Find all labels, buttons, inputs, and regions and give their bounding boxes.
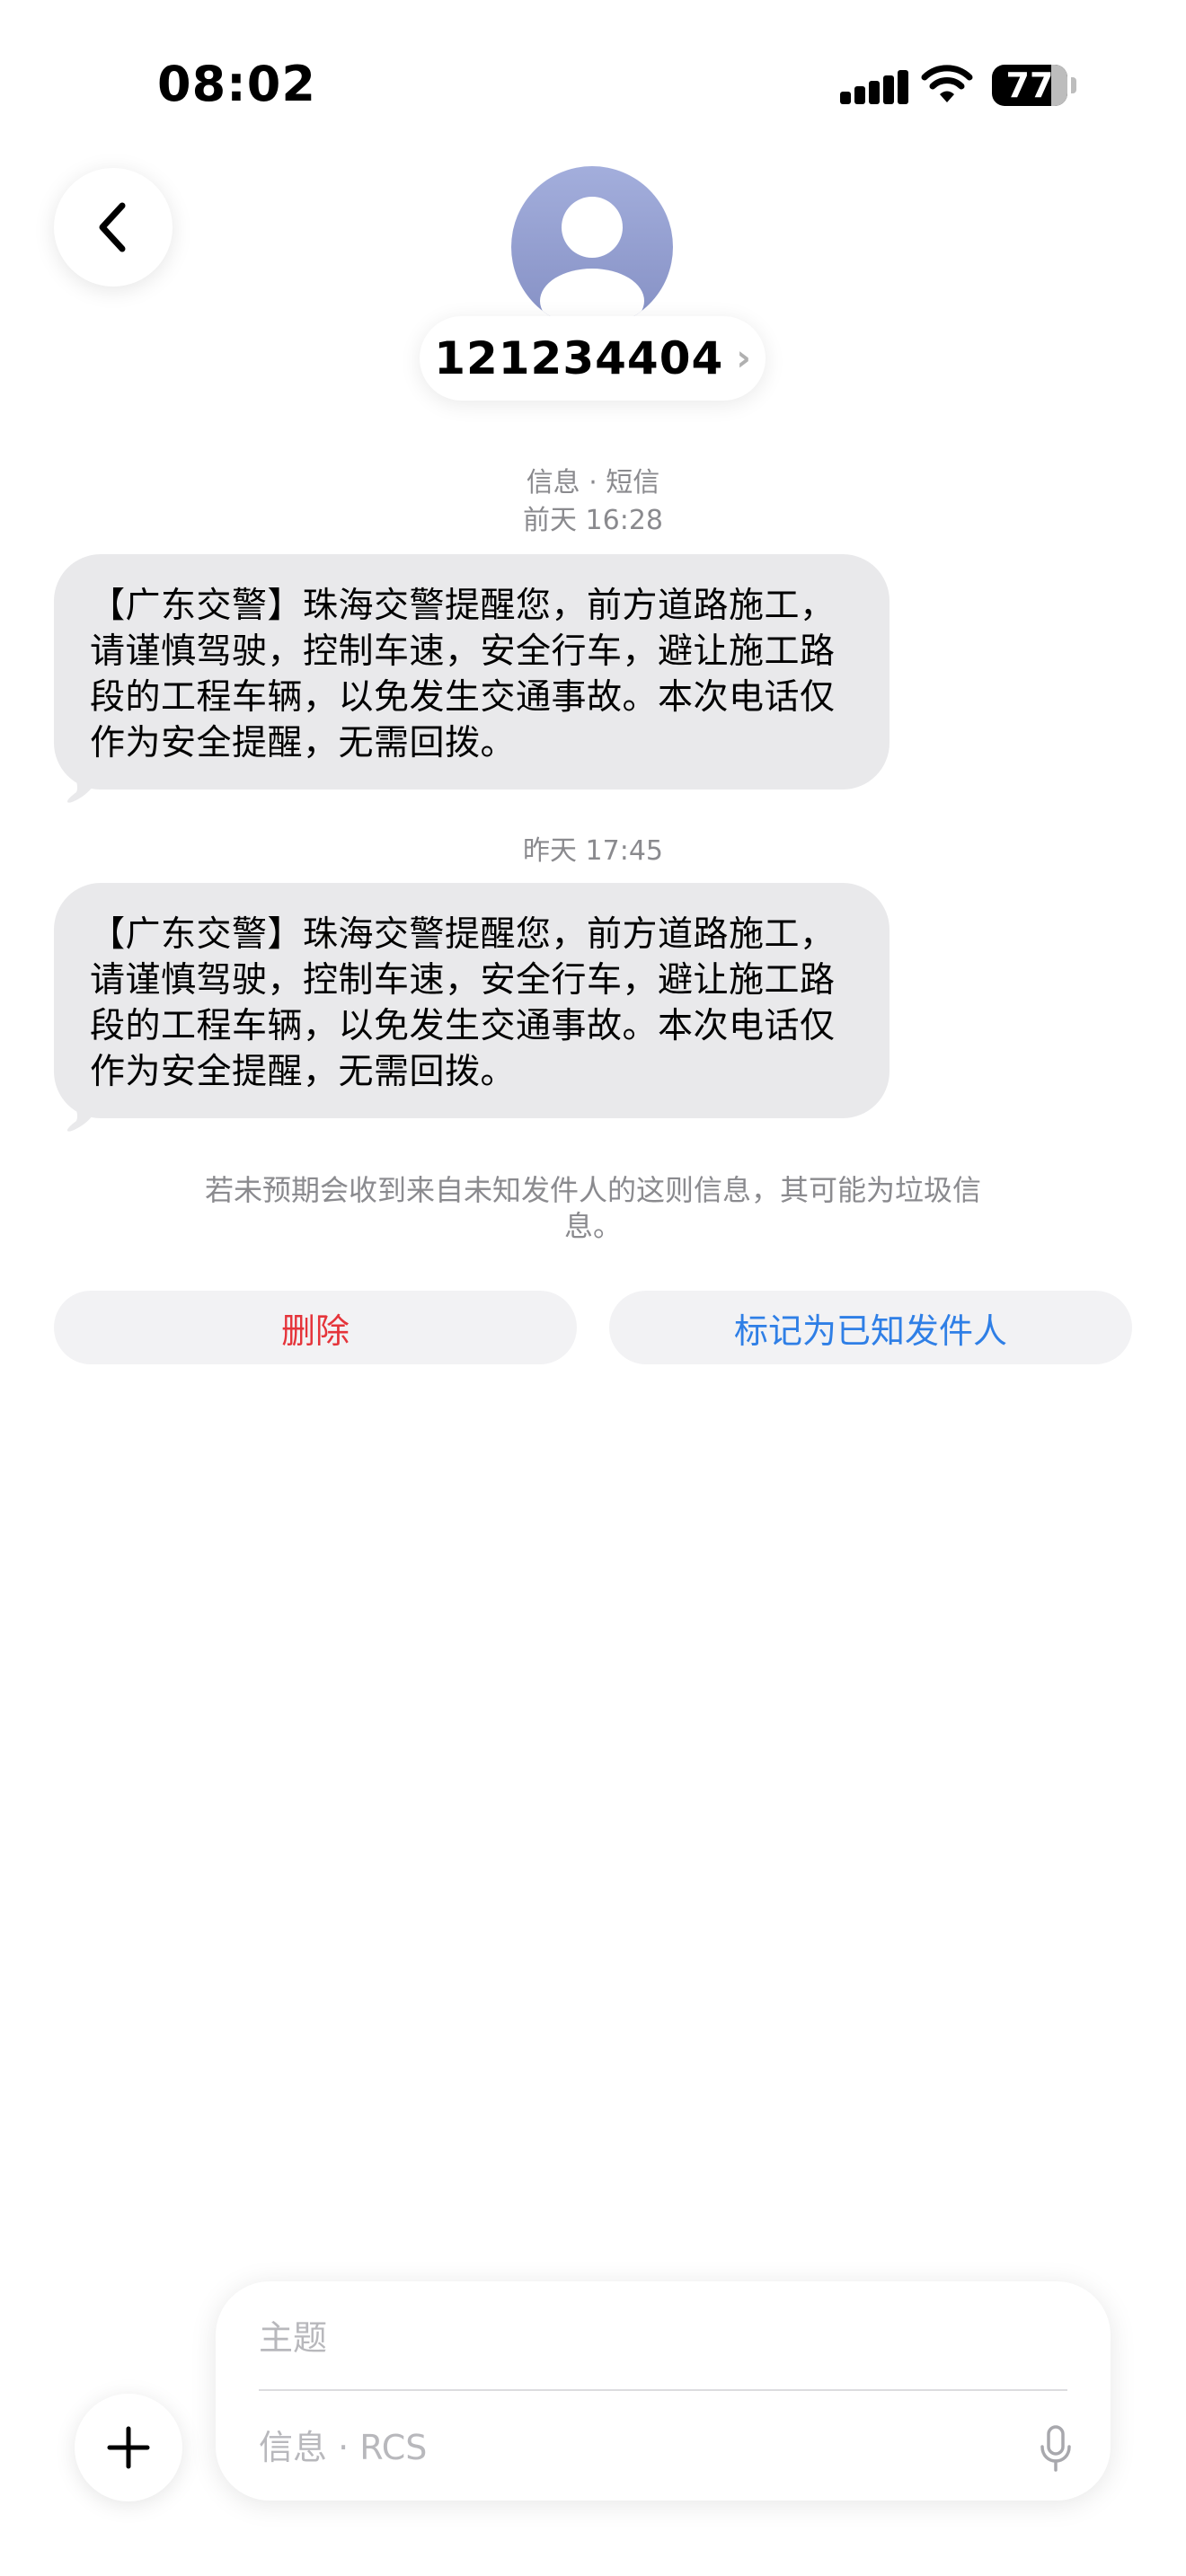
bubble-tail: [67, 1098, 103, 1132]
message-bubble[interactable]: 【广东交警】珠海交警提醒您，前方道路施工，请谨慎驾驶，控制车速，安全行车，避让施…: [54, 554, 890, 790]
back-chevron-icon: [99, 202, 126, 252]
chevron-right-icon: ›: [736, 338, 751, 379]
message-bubble[interactable]: 【广东交警】珠海交警提醒您，前方道路施工，请谨慎驾驶，控制车速，安全行车，避让施…: [54, 883, 890, 1118]
signal-icon: [840, 70, 908, 104]
add-attachment-button[interactable]: [75, 2394, 182, 2501]
person-icon: [540, 197, 644, 328]
status-time: 08:02: [157, 56, 316, 112]
contact-name-button[interactable]: 121234404 ›: [420, 316, 766, 401]
avatar[interactable]: [511, 166, 673, 328]
microphone-icon[interactable]: [1038, 2425, 1074, 2472]
mark-known-sender-button[interactable]: 标记为已知发件人: [609, 1291, 1132, 1364]
wifi-icon: [921, 65, 973, 102]
message-text: 【广东交警】珠海交警提醒您，前方道路施工，请谨慎驾驶，控制车速，安全行车，避让施…: [90, 586, 836, 763]
back-button[interactable]: [54, 168, 173, 287]
battery-cap: [1071, 77, 1076, 93]
contact-name: 121234404: [434, 332, 724, 384]
bubble-tail: [67, 770, 103, 803]
unknown-sender-notice: 若未预期会收到来自未知发件人的这则信息，其可能为垃圾信息。: [204, 1173, 981, 1243]
battery-level: 77: [1005, 66, 1054, 105]
subject-input[interactable]: [259, 2311, 1067, 2365]
timestamp: 前天 16:28: [523, 505, 663, 536]
delete-button[interactable]: 删除: [54, 1291, 577, 1364]
service-label: 信息 · 短信: [526, 467, 660, 498]
plus-icon: [107, 2426, 150, 2469]
message-text: 【广东交警】珠海交警提醒您，前方道路施工，请谨慎驾驶，控制车速，安全行车，避让施…: [90, 914, 836, 1092]
battery-icon: 77: [992, 65, 1067, 106]
message-input[interactable]: [259, 2421, 1013, 2475]
composer-divider: [259, 2389, 1067, 2391]
timestamp: 昨天 17:45: [523, 835, 663, 867]
